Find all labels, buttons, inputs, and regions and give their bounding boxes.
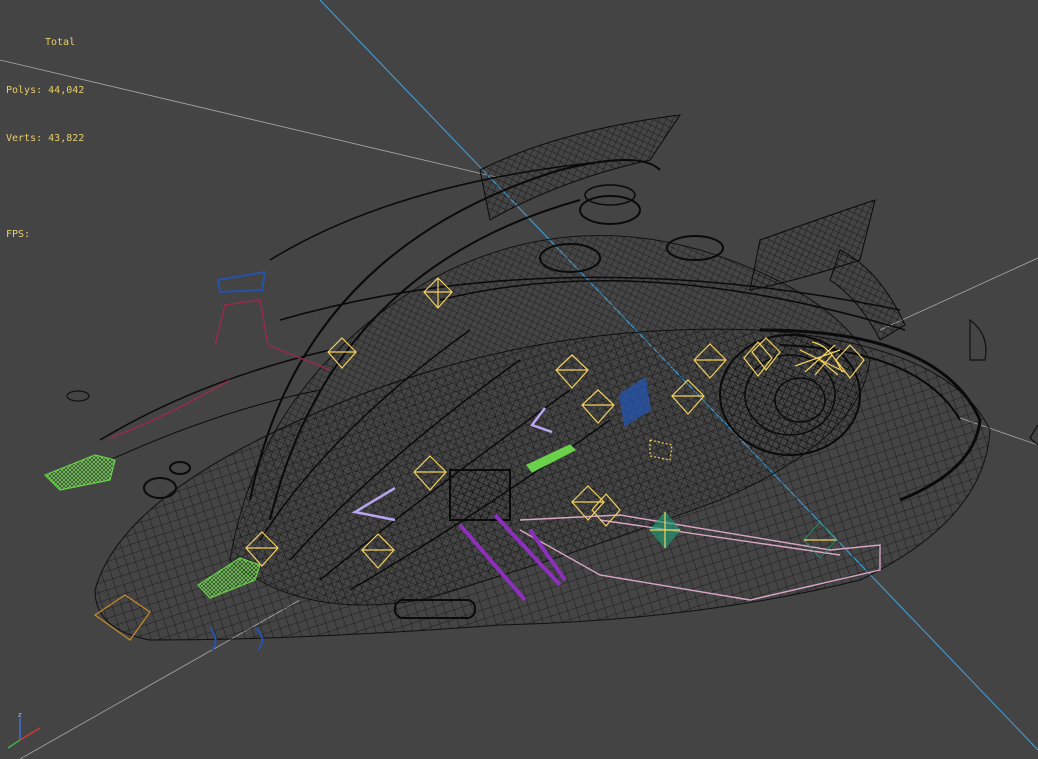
stats-spacer: [6, 179, 84, 195]
viewport-statistics: Total Polys: 44,042 Verts: 43,822 FPS:: [6, 3, 84, 275]
polys-value: 44,042: [48, 85, 85, 96]
3d-viewport[interactable]: Total Polys: 44,042 Verts: 43,822 FPS: z: [0, 0, 1038, 759]
ship-wireframe: [94, 114, 991, 641]
verts-value: 43,822: [48, 133, 85, 144]
stats-verts-row: Verts: 43,822: [6, 131, 84, 147]
grid-line: [879, 257, 1038, 331]
axis-gizmo-icon[interactable]: z: [2, 710, 46, 754]
stats-total-label: Total: [45, 37, 76, 48]
gizmo-y-axis: [7, 739, 21, 749]
stats-fps-row: FPS:: [6, 227, 84, 243]
fps-label: FPS:: [6, 229, 31, 240]
stats-polys-row: Polys: 44,042: [6, 83, 84, 99]
scene-canvas[interactable]: [0, 0, 1038, 759]
gizmo-z-label: z: [18, 711, 22, 719]
gizmo-x-axis: [19, 727, 41, 741]
verts-label: Verts:: [6, 133, 43, 144]
polys-label: Polys:: [6, 85, 43, 96]
